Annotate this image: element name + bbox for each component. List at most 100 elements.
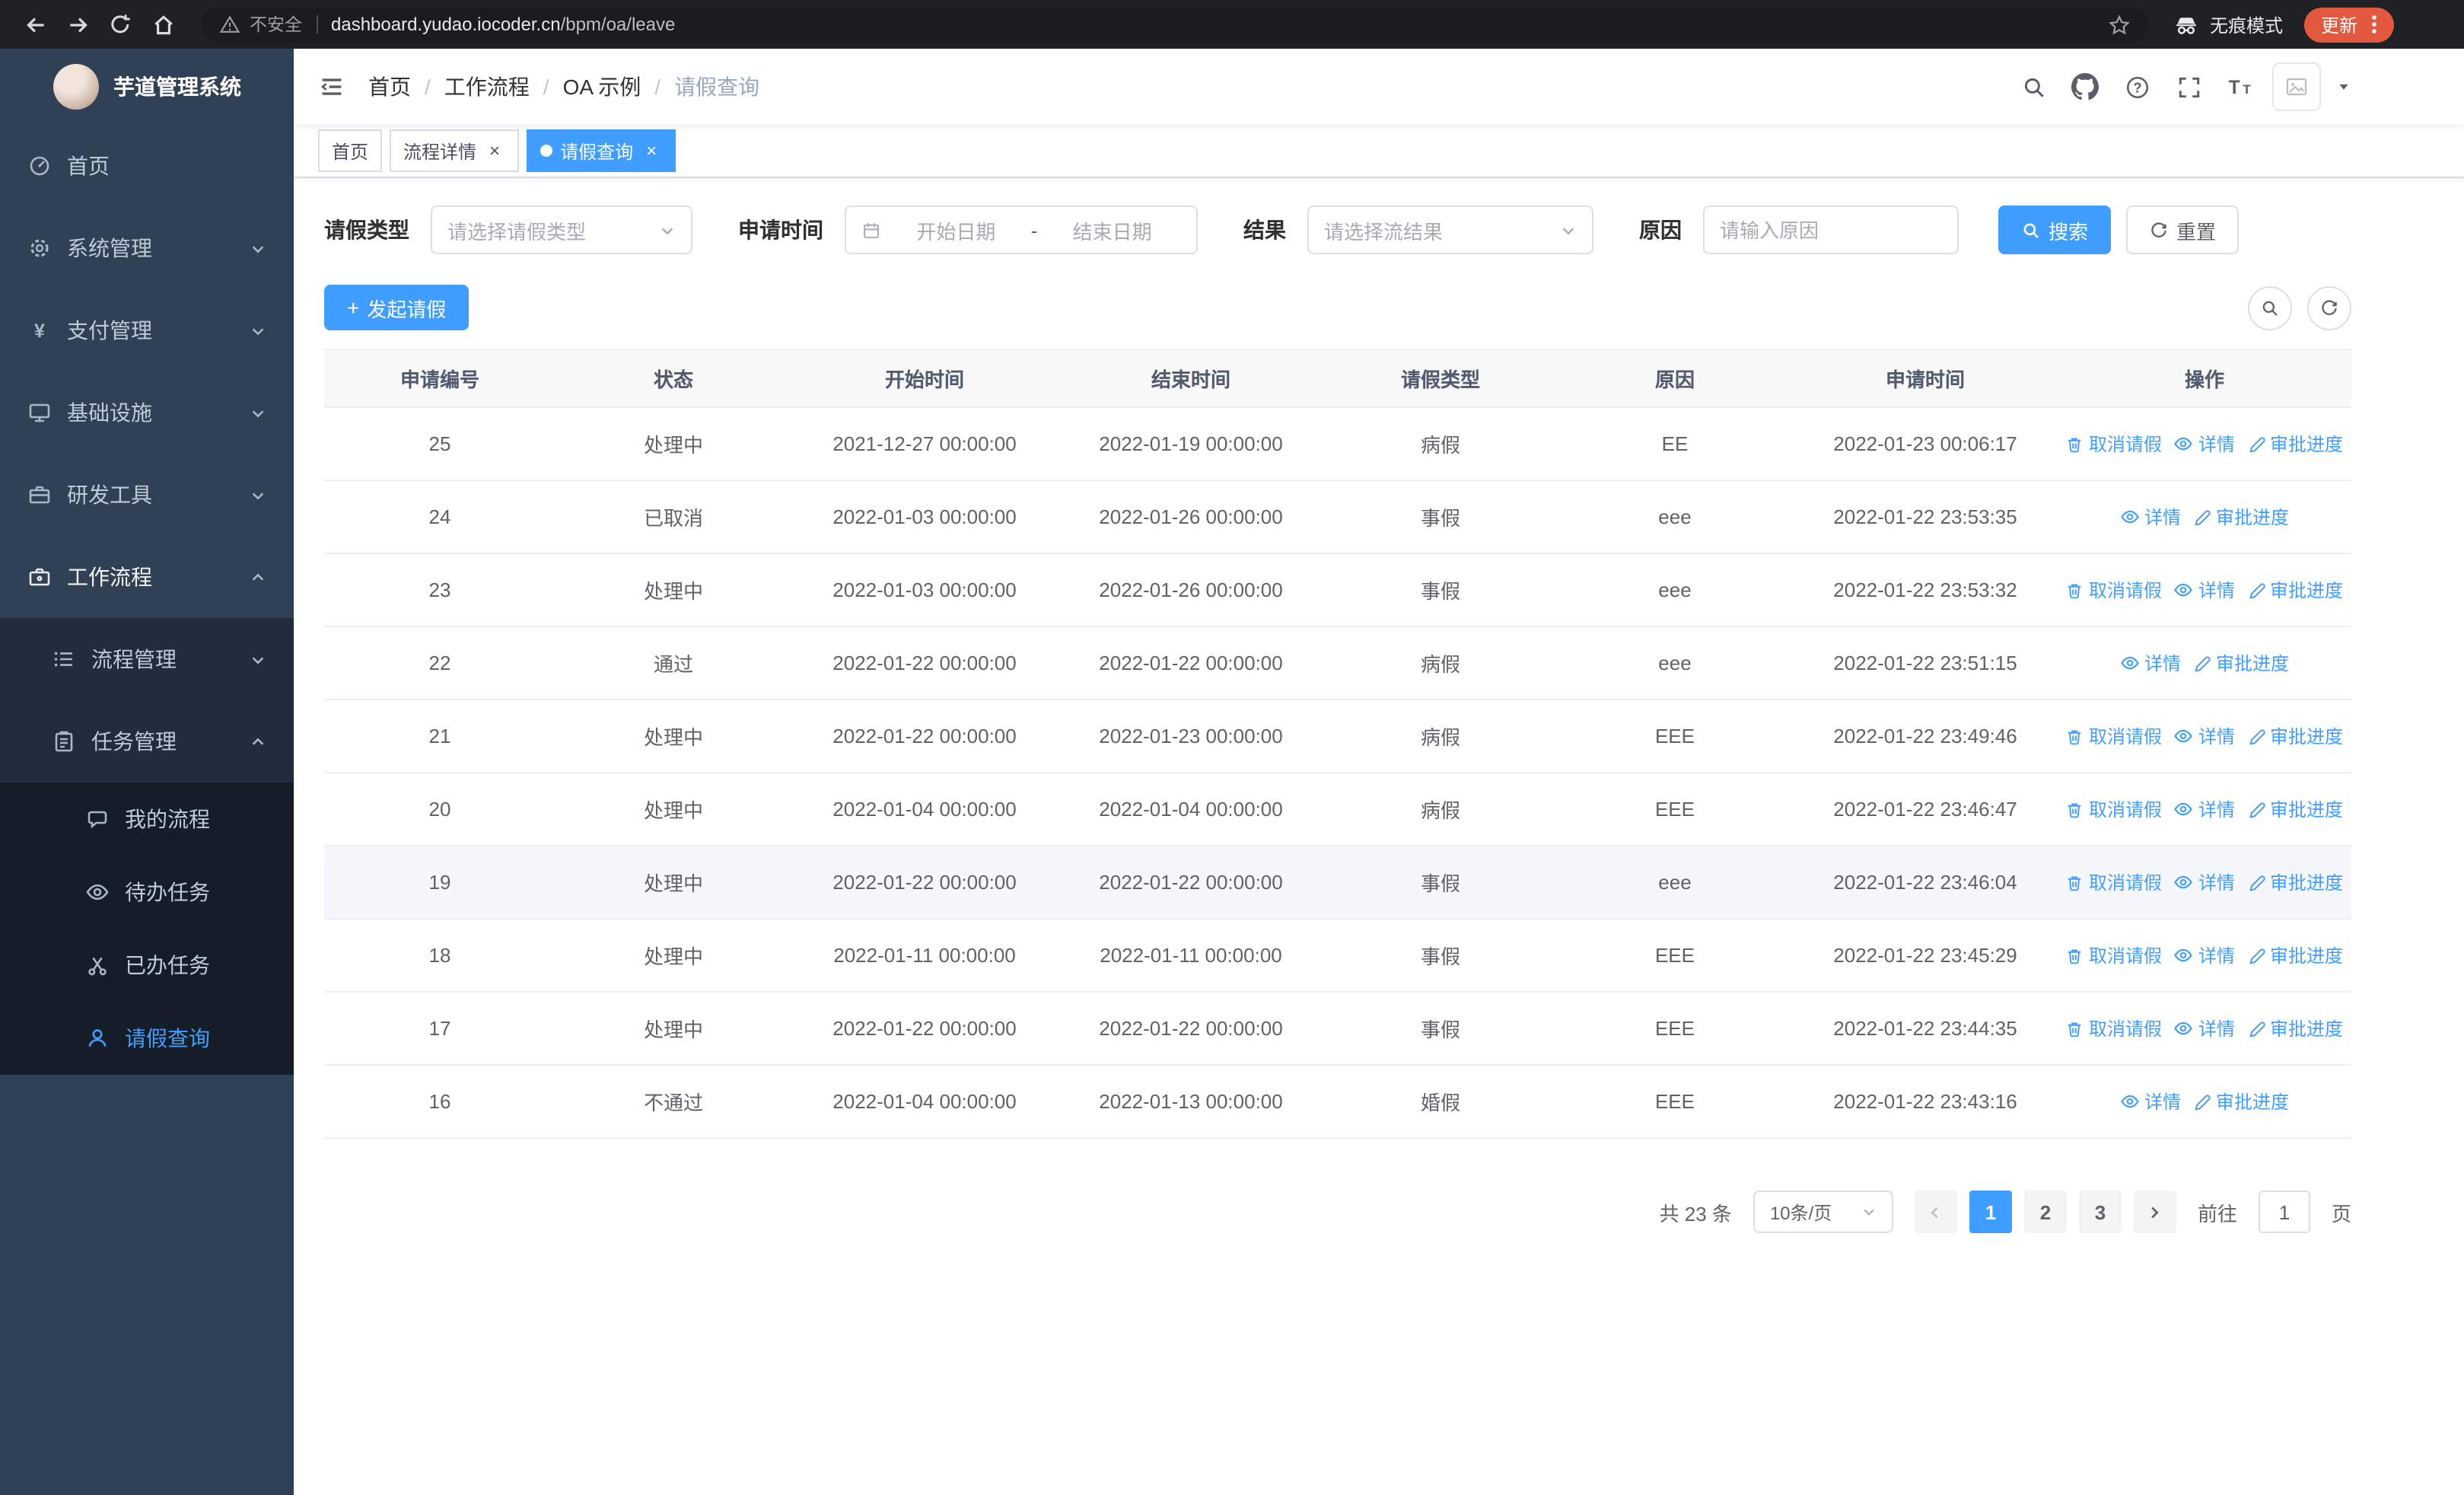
sidebar-item-home[interactable]: 首页 (0, 125, 294, 207)
help-icon[interactable]: ? (2117, 67, 2157, 107)
sidebar-item-task-management[interactable]: 任务管理 (0, 700, 294, 783)
table-row[interactable]: 24 已取消 2022-01-03 00:00:00 2022-01-26 00:00… (324, 480, 2351, 554)
action-detail-link[interactable]: 详情 (2120, 649, 2181, 675)
browser-reload-icon[interactable] (100, 5, 140, 44)
prev-page-button[interactable] (1914, 1191, 1957, 1233)
action-progress-link[interactable]: 审批进度 (2247, 942, 2343, 968)
action-cancel-link[interactable]: 取消请假 (2066, 869, 2162, 895)
sidebar-item-done-tasks[interactable]: 已办任务 (0, 929, 294, 1002)
cell-actions: 取消请假 详情 审批进度 (2058, 700, 2351, 773)
next-page-button[interactable] (2133, 1191, 2176, 1233)
action-progress-link[interactable]: 审批进度 (2247, 431, 2343, 457)
create-leave-button[interactable]: + 发起请假 (324, 285, 470, 330)
action-detail-link[interactable]: 详情 (2174, 942, 2235, 967)
action-detail-link[interactable]: 详情 (2120, 1088, 2181, 1114)
table-row[interactable]: 20 处理中 2022-01-04 00:00:00 2022-01-04 00:00… (324, 773, 2351, 846)
table-row[interactable]: 23 处理中 2022-01-03 00:00:00 2022-01-26 00:00… (324, 553, 2351, 627)
breadcrumb-item[interactable]: 工作流程 (444, 72, 530, 102)
toggle-search-icon[interactable] (2248, 285, 2292, 330)
table-row[interactable]: 17 处理中 2022-01-22 00:00:00 2022-01-22 00:00… (324, 992, 2351, 1066)
sidebar-item-my-processes[interactable]: 我的流程 (0, 783, 294, 856)
goto-page-input[interactable] (2258, 1191, 2310, 1233)
action-detail-link[interactable]: 详情 (2174, 1015, 2235, 1041)
sidebar-item-system[interactable]: 系统管理 (0, 207, 294, 289)
action-cancel-link[interactable]: 取消请假 (2066, 577, 2162, 603)
browser-forward-icon[interactable] (58, 5, 97, 44)
action-detail-link[interactable]: 详情 (2174, 869, 2235, 894)
page-button-1[interactable]: 1 (1969, 1191, 2012, 1233)
font-size-icon[interactable]: TT (2220, 67, 2260, 107)
svg-text:¥: ¥ (34, 320, 45, 342)
close-icon[interactable]: × (484, 140, 505, 161)
cell-apply-time: 2022-01-22 23:53:32 (1793, 553, 2058, 627)
sidebar-item-workflow[interactable]: 工作流程 (0, 536, 294, 618)
tab-home[interactable]: 首页 (318, 129, 383, 172)
action-progress-link[interactable]: 审批进度 (2247, 723, 2343, 749)
action-progress-link[interactable]: 审批进度 (2247, 577, 2343, 603)
action-cancel-link[interactable]: 取消请假 (2066, 431, 2162, 457)
action-detail-link[interactable]: 详情 (2174, 576, 2235, 602)
action-cancel-link[interactable]: 取消请假 (2066, 1015, 2162, 1041)
action-detail-link[interactable]: 详情 (2174, 795, 2235, 821)
table-row[interactable]: 16 不通过 2022-01-04 00:00:00 2022-01-13 00:00… (324, 1065, 2351, 1139)
table-row[interactable]: 22 通过 2022-01-22 00:00:00 2022-01-22 00:00:… (324, 626, 2351, 700)
action-cancel-link[interactable]: 取消请假 (2066, 796, 2162, 822)
cell-status: 处理中 (556, 919, 791, 993)
app-logo[interactable]: 芋道管理系统 (0, 49, 294, 125)
action-detail-link[interactable]: 详情 (2120, 503, 2181, 529)
table-row[interactable]: 25 处理中 2021-12-27 00:00:00 2022-01-19 00:00… (324, 407, 2351, 481)
browser-back-icon[interactable] (15, 5, 55, 44)
sidebar-item-dev-tools[interactable]: 研发工具 (0, 454, 294, 536)
table-row[interactable]: 21 处理中 2022-01-22 00:00:00 2022-01-23 00:00… (324, 700, 2351, 773)
fullscreen-icon[interactable] (2169, 67, 2208, 107)
apply-time-range-picker[interactable]: 开始日期 - 结束日期 (845, 206, 1198, 254)
caret-down-icon[interactable] (2336, 79, 2351, 94)
search-button[interactable]: 搜索 (1998, 206, 2112, 254)
table-row[interactable]: 18 处理中 2022-01-11 00:00:00 2022-01-11 00:00… (324, 919, 2351, 993)
security-chip[interactable]: 不安全 (219, 12, 302, 37)
page-button-3[interactable]: 3 (2078, 1191, 2122, 1233)
action-detail-link[interactable]: 详情 (2174, 430, 2235, 456)
sidebar-item-payment[interactable]: ¥ 支付管理 (0, 289, 294, 371)
reset-button[interactable]: 重置 (2126, 206, 2240, 254)
avatar[interactable] (2272, 62, 2321, 111)
tab-leave-query[interactable]: 请假查询 × (527, 129, 676, 172)
bookmark-star-icon[interactable] (2108, 13, 2131, 36)
sidebar-item-leave-query[interactable]: 请假查询 (0, 1002, 294, 1075)
action-progress-link[interactable]: 审批进度 (2193, 1089, 2289, 1114)
cell-apply-no: 21 (324, 700, 556, 773)
browser-home-icon[interactable] (143, 5, 183, 44)
action-progress-link[interactable]: 审批进度 (2247, 1015, 2343, 1041)
breadcrumb-item[interactable]: OA 示例 (563, 72, 641, 102)
action-progress-link[interactable]: 审批进度 (2247, 869, 2343, 895)
breadcrumb-item[interactable]: 首页 (368, 72, 411, 102)
leave-type-select[interactable]: 请选择请假类型 (431, 206, 692, 254)
tab-process-detail[interactable]: 流程详情 × (390, 129, 520, 172)
github-icon[interactable] (2065, 67, 2105, 107)
action-detail-link[interactable]: 详情 (2174, 722, 2235, 748)
reason-input[interactable] (1703, 206, 1959, 254)
cell-start-time: 2022-01-22 00:00:00 (791, 992, 1058, 1066)
close-icon[interactable]: × (641, 140, 662, 161)
action-progress-link[interactable]: 审批进度 (2193, 504, 2289, 530)
action-progress-link[interactable]: 审批进度 (2247, 796, 2343, 822)
action-cancel-link[interactable]: 取消请假 (2066, 723, 2162, 749)
sidebar-item-infrastructure[interactable]: 基础设施 (0, 371, 294, 454)
kebab-menu-icon[interactable] (2362, 12, 2386, 37)
sidebar-toggle-icon[interactable] (318, 73, 345, 100)
search-icon[interactable] (2014, 67, 2053, 107)
chevron-down-icon (250, 651, 266, 668)
action-progress-link[interactable]: 审批进度 (2193, 650, 2289, 676)
cell-actions: 取消请假 详情 审批进度 (2058, 919, 2351, 993)
page-button-2[interactable]: 2 (2023, 1191, 2067, 1233)
address-bar[interactable]: 不安全 dashboard.yudao.iocoder.cn/bpm/oa/le… (201, 7, 2149, 42)
sidebar-item-todo-tasks[interactable]: 待办任务 (0, 856, 294, 929)
page-size-select[interactable]: 10条/页 (1752, 1191, 1893, 1233)
result-select[interactable]: 请选择流结果 (1307, 206, 1593, 254)
sidebar-item-process-management[interactable]: 流程管理 (0, 618, 294, 700)
cell-end-time: 2022-01-22 00:00:00 (1058, 992, 1324, 1066)
browser-update-button[interactable]: 更新 (2303, 7, 2394, 42)
table-row[interactable]: 19 处理中 2022-01-22 00:00:00 2022-01-22 00:00… (324, 846, 2351, 920)
refresh-table-icon[interactable] (2307, 285, 2351, 330)
action-cancel-link[interactable]: 取消请假 (2066, 942, 2162, 968)
